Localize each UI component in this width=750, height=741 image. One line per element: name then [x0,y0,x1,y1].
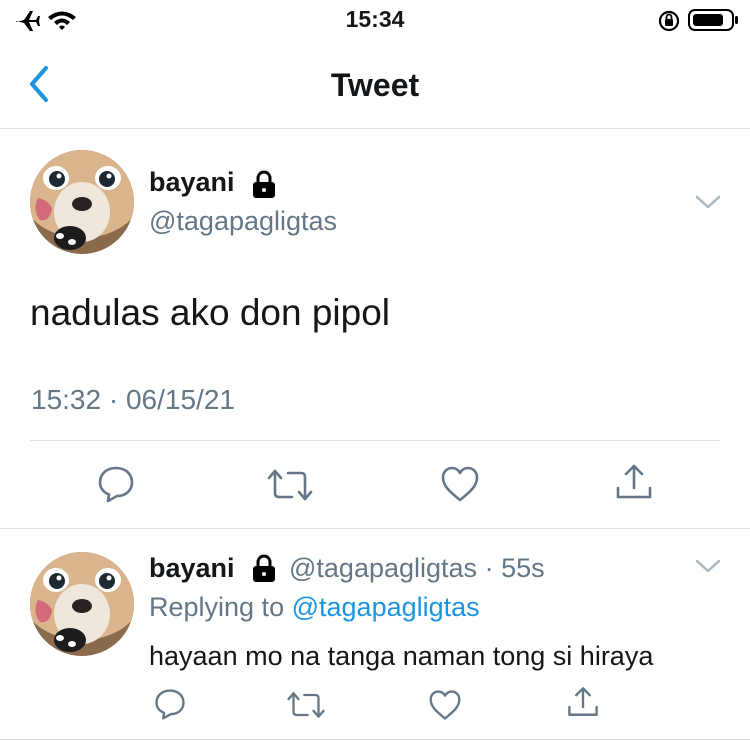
page-title: Tweet [330,67,420,103]
author-handle[interactable]: @tagapagligtas [289,553,477,583]
lock-icon [250,554,278,582]
orientation-lock-icon [657,10,681,32]
retweet-icon[interactable] [286,690,326,720]
replying-label: Replying to [149,592,285,622]
tweet-date: 06/15/21 [125,384,235,415]
reply-icon[interactable] [154,688,186,720]
header-divider [0,128,750,129]
avatar[interactable] [30,150,134,254]
tweet-divider [30,440,720,441]
replying-handle-link[interactable]: @tagapagligtas [292,592,480,622]
section-divider [0,528,750,529]
meta-separator: · [108,384,119,415]
author-name-text[interactable]: bayani [149,167,235,197]
lock-icon [250,170,278,198]
share-icon[interactable] [614,462,654,502]
chevron-down-icon[interactable] [694,193,722,211]
like-icon[interactable] [440,465,480,503]
author-name[interactable]: bayani [149,167,235,198]
chevron-down-icon[interactable] [694,557,722,575]
status-time: 15:34 [345,6,405,32]
replying-to: Replying to @tagapagligtas [149,592,480,623]
avatar[interactable] [30,552,134,656]
reply-text: hayaan mo na tanga naman tong si hiraya [149,641,654,671]
share-icon[interactable] [566,685,600,719]
retweet-icon[interactable] [266,467,314,503]
author-handle[interactable]: @tagapagligtas [149,206,337,237]
reply-header: bayani [149,553,235,584]
tweet-text: nadulas ako don pipol [30,292,391,333]
reply-icon[interactable] [97,465,135,503]
battery-icon [688,8,740,32]
tweet-timestamp: 15:32 · 06/15/21 [31,384,235,416]
meta-separator: · [484,553,494,583]
tweet-age: 55s [501,553,545,583]
bottom-divider [0,739,750,740]
author-name-text[interactable]: bayani [149,553,235,583]
reply-meta: @tagapagligtas · 55s [289,553,545,584]
like-icon[interactable] [428,689,462,721]
tweet-time: 15:32 [31,384,102,415]
